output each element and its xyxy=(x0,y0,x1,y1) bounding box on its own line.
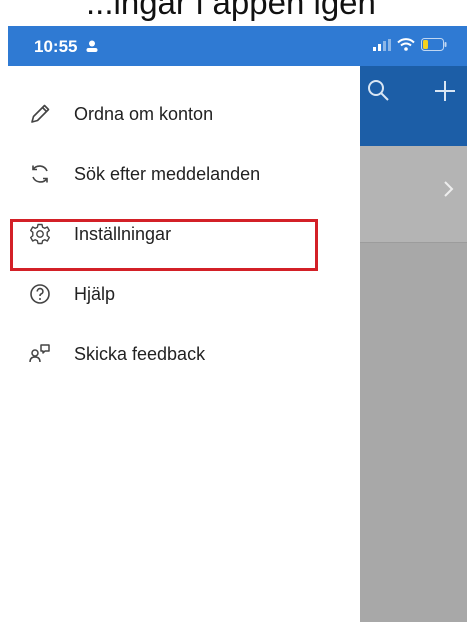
menu-item-reorder-accounts[interactable]: Ordna om konton xyxy=(8,84,360,144)
background-app-header xyxy=(360,66,467,146)
refresh-icon xyxy=(26,160,54,188)
menu-item-send-feedback[interactable]: Skicka feedback xyxy=(8,324,360,384)
pencil-icon xyxy=(26,100,54,128)
time-text: 10:55 xyxy=(34,37,78,56)
side-drawer: Ordna om konton Sök efter meddelanden In… xyxy=(8,66,360,622)
menu-item-check-messages[interactable]: Sök efter meddelanden xyxy=(8,144,360,204)
gear-icon xyxy=(26,220,54,248)
menu-item-label: Inställningar xyxy=(74,223,172,244)
phone-screen: 10:55 Ordna om konton Sök efter meddelan… xyxy=(8,26,467,622)
menu-item-label: Hjälp xyxy=(74,283,116,304)
menu-item-label: Skicka feedback xyxy=(74,343,206,364)
menu-item-help[interactable]: Hjälp xyxy=(8,264,360,324)
status-icons xyxy=(373,38,447,51)
chevron-right-icon xyxy=(444,181,454,197)
time-display: 10:55 xyxy=(34,37,98,57)
help-icon xyxy=(26,280,54,308)
drawer-menu: Ordna om konton Sök efter meddelanden In… xyxy=(8,84,360,384)
screenshot-root: ...ingar i appen igen 10:55 Ordna om kon… xyxy=(0,0,467,630)
search-icon[interactable] xyxy=(366,78,392,104)
wifi-icon xyxy=(397,38,415,51)
plus-icon[interactable] xyxy=(432,78,458,104)
status-bar: 10:55 xyxy=(8,26,467,66)
signal-icon xyxy=(373,38,391,51)
caption-strip: ...ingar i appen igen xyxy=(0,0,467,26)
background-list-row[interactable] xyxy=(360,146,467,243)
feedback-icon xyxy=(26,340,54,368)
background-app xyxy=(360,66,467,622)
menu-item-label: Ordna om konton xyxy=(74,103,214,124)
caption-text: ...ingar i appen igen xyxy=(86,0,376,21)
menu-item-settings[interactable]: Inställningar xyxy=(8,204,360,264)
person-icon xyxy=(86,40,98,52)
battery-icon xyxy=(421,38,447,51)
menu-item-label: Sök efter meddelanden xyxy=(74,163,261,184)
